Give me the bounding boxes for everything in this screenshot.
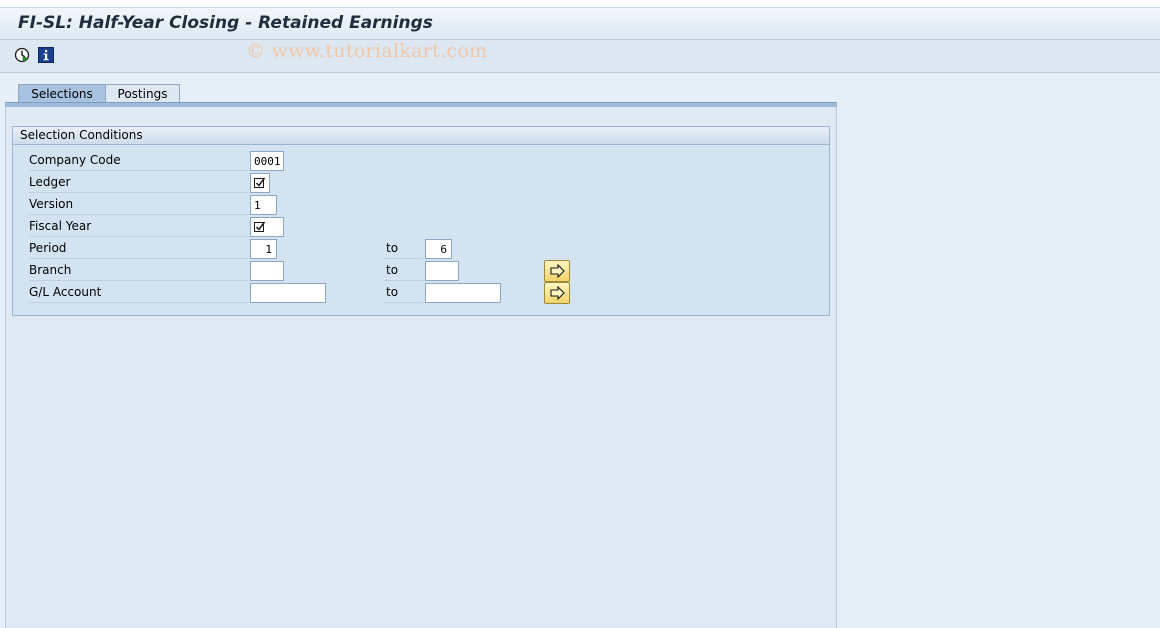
tab-selections[interactable]: Selections [18, 84, 106, 103]
gl-account-label: G/L Account [29, 281, 249, 303]
branch-to-label: to [383, 259, 423, 281]
branch-multiple-selection-button[interactable] [544, 260, 570, 282]
group-header: Selection Conditions [13, 127, 829, 145]
version-label: Version [29, 193, 249, 215]
branch-to-field[interactable] [425, 261, 459, 281]
gl-account-multiple-selection-button[interactable] [544, 282, 570, 304]
fiscal-year-label: Fiscal Year [29, 215, 249, 237]
ledger-checkbox[interactable] [250, 173, 270, 193]
ledger-label: Ledger [29, 171, 249, 193]
company-code-field[interactable]: 0001 [250, 151, 284, 171]
gl-account-from-field[interactable] [250, 283, 326, 303]
period-to-label: to [383, 237, 423, 259]
execute-icon[interactable] [14, 47, 30, 63]
checkmark-icon [254, 177, 266, 188]
arrow-right-icon [550, 286, 565, 300]
title-bar: FI-SL: Half-Year Closing - Retained Earn… [0, 8, 1160, 40]
watermark-text: © www.tutorialkart.com [246, 40, 488, 62]
selection-conditions-group: Selection Conditions Company Code 0001 L… [12, 126, 830, 316]
arrow-right-icon [550, 264, 565, 278]
version-field[interactable]: 1 [250, 195, 277, 215]
gl-account-to-field[interactable] [425, 283, 501, 303]
fiscal-year-checkbox[interactable] [250, 217, 284, 237]
tab-postings[interactable]: Postings [106, 84, 180, 103]
gl-account-to-label: to [383, 281, 423, 303]
branch-label: Branch [29, 259, 249, 281]
company-code-label: Company Code [29, 149, 249, 171]
period-from-field[interactable]: 1 [250, 239, 277, 259]
application-toolbar: © www.tutorialkart.com [0, 40, 1160, 73]
info-icon[interactable] [38, 47, 54, 63]
window-top-border [0, 0, 1160, 8]
page-title: FI-SL: Half-Year Closing - Retained Earn… [18, 13, 433, 33]
branch-from-field[interactable] [250, 261, 284, 281]
checkmark-icon [254, 221, 266, 232]
period-label: Period [29, 237, 249, 259]
period-to-field[interactable]: 6 [425, 239, 452, 259]
